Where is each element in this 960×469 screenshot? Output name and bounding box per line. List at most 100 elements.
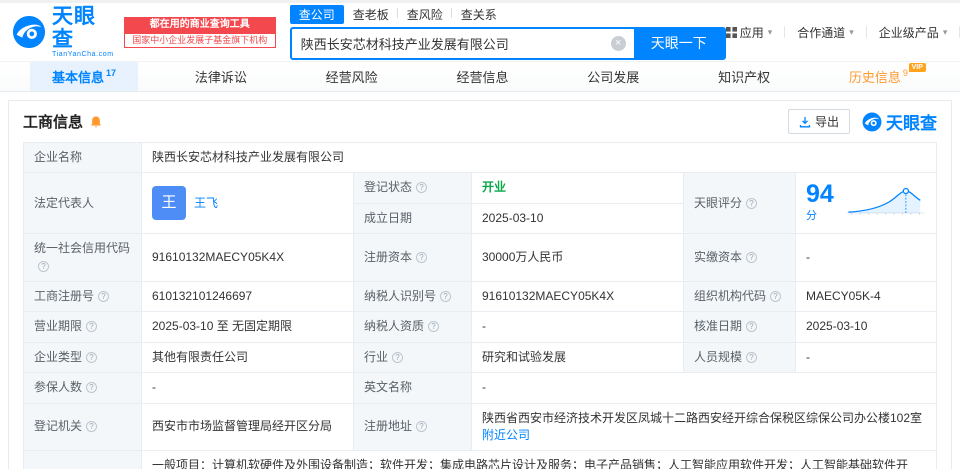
nearby-companies-link[interactable]: 附近公司 xyxy=(482,428,530,442)
label-text: 企业类型 xyxy=(34,349,83,364)
status-badge: 开业 xyxy=(482,180,507,195)
help-icon[interactable] xyxy=(86,321,98,333)
field-label-taxpayer-id: 纳税人识别号 xyxy=(353,280,472,313)
field-value-organization-code: MAECY05K-4 xyxy=(795,280,937,313)
field-label-english-name: 英文名称 xyxy=(353,372,472,404)
value-text: 610132101246697 xyxy=(152,288,253,303)
label-text: 英文名称 xyxy=(364,380,413,395)
search-tab-risk[interactable]: 查风险 xyxy=(398,5,452,24)
field-label-registration-number: 工商注册号 xyxy=(23,280,142,313)
nav-enterprise-products[interactable]: 企业级产品 xyxy=(879,24,948,41)
promo-badge: 都在用的商业查询工具 国家中小企业发展子基金旗下机构 xyxy=(123,16,276,48)
nav-apps-label: 应用 xyxy=(739,25,764,40)
tianyancha-logo[interactable]: 天眼查 TianYanCha.com xyxy=(12,5,114,58)
field-value-legal-representative: 王 王飞 xyxy=(141,172,354,235)
value-text: 其他有限责任公司 xyxy=(152,349,249,364)
tab-operational-risk[interactable]: 经营风险 xyxy=(304,62,400,91)
field-value-registered-address: 陕西省西安市经济技术开发区凤城十二路西安经开综合保税区综保公司办公楼102室 附… xyxy=(471,402,937,452)
nav-cooperation[interactable]: 合作通道 xyxy=(797,24,854,41)
label-text: 注册资本 xyxy=(364,249,413,264)
help-icon[interactable] xyxy=(86,351,98,363)
top-nav: 应用 合作通道 企业级产品 开通会员 xyxy=(725,24,960,41)
help-icon[interactable] xyxy=(746,321,758,333)
section-title: 工商信息 xyxy=(23,114,84,131)
logo-subtext: TianYanCha.com xyxy=(52,50,114,58)
label-text: 登记状态 xyxy=(364,180,413,195)
field-label-staff-size: 人员规模 xyxy=(683,341,796,374)
field-label-industry: 行业 xyxy=(353,341,472,374)
field-value-company-name: 陕西长安芯材科技产业发展有限公司 xyxy=(141,141,937,174)
help-icon[interactable] xyxy=(428,321,440,333)
field-value-registration-number: 610132101246697 xyxy=(141,280,354,313)
help-icon[interactable] xyxy=(98,290,110,302)
value-text: 研究和试验发展 xyxy=(482,349,567,364)
label-text: 纳税人识别号 xyxy=(364,288,437,303)
value-text: - xyxy=(806,349,810,364)
help-icon[interactable] xyxy=(86,382,98,394)
label-text: 人员规模 xyxy=(694,349,743,364)
help-icon[interactable] xyxy=(746,197,758,209)
field-value-registration-status: 开业 xyxy=(471,172,684,204)
search-tab-boss[interactable]: 查老板 xyxy=(344,5,398,24)
tab-history-info[interactable]: 历史信息 9 VIP xyxy=(827,62,930,91)
search-tab-company[interactable]: 查公司 xyxy=(289,4,344,24)
tab-intellectual-property[interactable]: 知识产权 xyxy=(696,62,792,91)
legal-rep-avatar[interactable]: 王 xyxy=(152,186,186,221)
field-label-registration-status: 登记状态 xyxy=(353,172,472,204)
label-text: 行业 xyxy=(364,349,389,364)
label-text: 登记机关 xyxy=(34,419,83,434)
help-icon[interactable] xyxy=(416,421,428,433)
field-value-company-type: 其他有限责任公司 xyxy=(141,341,354,374)
nav-enterprise-products-label: 企业级产品 xyxy=(878,25,939,40)
value-text: 陕西长安芯材科技产业发展有限公司 xyxy=(152,150,345,164)
table-row: 工商注册号 610132101246697 纳税人识别号 91610132MAE… xyxy=(23,280,937,313)
field-value-business-scope: 一般项目：计算机软硬件及外围设备制造；软件开发；集成电路芯片设计及服务；电子产品… xyxy=(141,450,937,469)
search-input[interactable] xyxy=(291,35,611,51)
label-text: 纳税人资质 xyxy=(364,319,425,334)
tab-business-info[interactable]: 经营信息 xyxy=(434,62,530,91)
tab-basic-info[interactable]: 基本信息 17 xyxy=(30,62,139,91)
field-value-taxpayer-id: 91610132MAECY05K4X xyxy=(471,280,684,313)
field-value-taxpayer-qualification: - xyxy=(471,311,684,343)
search-button[interactable]: 天眼一下 xyxy=(633,28,724,58)
field-value-approval-date: 2025-03-10 xyxy=(795,311,937,343)
label-text: 营业期限 xyxy=(34,319,83,334)
field-label-business-scope: 经营范围 xyxy=(23,450,142,469)
field-label-approval-date: 核准日期 xyxy=(683,311,796,343)
score-unit: 分 xyxy=(806,210,817,222)
nav-divider xyxy=(865,26,867,38)
help-icon[interactable] xyxy=(440,290,452,302)
help-icon[interactable] xyxy=(770,290,782,302)
help-icon[interactable] xyxy=(392,351,404,363)
help-icon[interactable] xyxy=(416,182,428,194)
clear-search-icon[interactable] xyxy=(610,35,626,51)
field-label-registered-address: 注册地址 xyxy=(353,402,472,452)
company-section-tabs: 基本信息 17 法律诉讼 经营风险 经营信息 公司发展 知识产权 历史信息 9 … xyxy=(0,61,960,92)
brand-watermark-icon xyxy=(862,112,882,131)
legal-rep-name-link[interactable]: 王飞 xyxy=(194,195,218,212)
help-icon[interactable] xyxy=(38,260,49,272)
tab-company-development[interactable]: 公司发展 xyxy=(565,62,661,91)
grid-apps-icon xyxy=(725,26,737,38)
field-label-organization-code: 组织机构代码 xyxy=(683,280,796,313)
brand-watermark: 天眼查 xyxy=(862,109,937,134)
nav-cooperation-label: 合作通道 xyxy=(797,25,846,40)
help-icon[interactable] xyxy=(746,251,758,263)
help-icon[interactable] xyxy=(746,351,758,363)
value-text: 陕西省西安市经济技术开发区凤城十二路西安经开综合保税区综保公司办公楼102室 xyxy=(482,410,923,425)
logo-text: 天眼查 xyxy=(52,5,96,51)
tab-company-development-label: 公司发展 xyxy=(587,70,640,85)
export-button[interactable]: 导出 xyxy=(787,109,850,134)
nav-apps[interactable]: 应用 xyxy=(725,24,773,41)
field-value-tianyan-score: 94 分 xyxy=(795,172,937,235)
business-registration-card: 工商信息 导出 天眼查 企业名称 陕西长安芯材科技产业发展有限公司 法定代表人 … xyxy=(8,100,952,469)
field-value-insured-count: - xyxy=(141,372,354,404)
value-text: - xyxy=(806,249,810,264)
tab-legal-proceedings[interactable]: 法律诉讼 xyxy=(173,62,269,91)
value-text: 2025-03-10 xyxy=(482,210,544,225)
search-tab-relation[interactable]: 查关系 xyxy=(452,5,506,24)
help-icon[interactable] xyxy=(86,421,98,433)
value-text: 91610132MAECY05K4X xyxy=(152,249,285,264)
help-icon[interactable] xyxy=(416,251,428,263)
notification-bell-icon[interactable] xyxy=(89,115,103,129)
